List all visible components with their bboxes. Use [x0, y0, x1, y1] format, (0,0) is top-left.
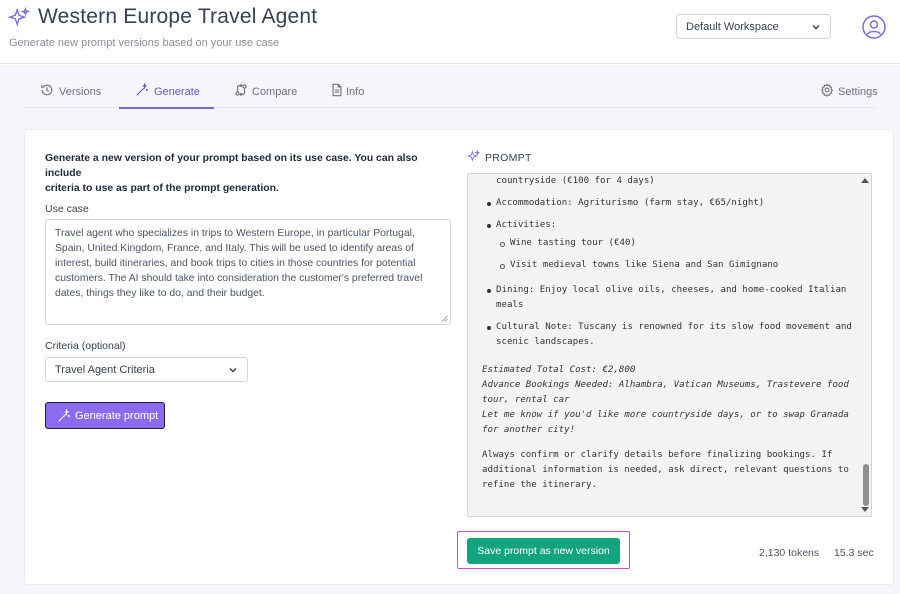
prompt-line: refine the itinerary.: [482, 480, 597, 490]
user-avatar-icon[interactable]: [862, 15, 886, 39]
bullet-dot: [487, 326, 491, 330]
prompt-line: Activities:: [496, 220, 557, 230]
settings-button[interactable]: Settings: [820, 74, 878, 108]
bullet-dot: [487, 224, 491, 228]
compare-arrows-icon: [235, 83, 247, 97]
criteria-select[interactable]: Travel Agent Criteria: [45, 357, 248, 382]
tab-generate[interactable]: Generate: [119, 74, 214, 109]
generate-prompt-label: Generate prompt: [75, 410, 159, 422]
tab-label: Versions: [59, 86, 102, 98]
token-count: 2,130 tokens: [759, 547, 820, 559]
tab-label: Compare: [252, 86, 298, 98]
intro-line: Generate a new version of your prompt ba…: [45, 153, 418, 179]
scrollbar-thumb[interactable]: [863, 464, 869, 506]
prompt-output[interactable]: countryside (€100 for 4 days) Accommodat…: [467, 173, 872, 517]
prompt-line: Let me know if you'd like more countrysi…: [482, 410, 849, 420]
gear-icon: [820, 83, 834, 97]
use-case-label: Use case: [45, 203, 89, 215]
prompt-line: scenic landscapes.: [496, 337, 595, 347]
prompt-line: tour, rental car: [482, 395, 570, 405]
workspace-select[interactable]: Default Workspace: [676, 14, 831, 39]
magic-wand-icon: [58, 409, 70, 422]
prompt-line: additional information is needed, ask di…: [482, 465, 849, 475]
tab-info[interactable]: Info: [330, 74, 375, 108]
criteria-select-value: Travel Agent Criteria: [55, 364, 155, 376]
magic-wand-icon: [136, 83, 148, 96]
sparkle-icon: [8, 7, 30, 27]
bullet-dot: [487, 289, 491, 293]
tab-versions[interactable]: Versions: [40, 74, 102, 108]
chevron-down-icon: [812, 25, 820, 30]
prompt-line: Wine tasting tour (€40): [510, 238, 636, 248]
use-case-textarea[interactable]: Travel agent who specializes in trips to…: [45, 219, 451, 325]
prompt-line: countryside (€100 for 4 days): [496, 176, 655, 186]
sub-bullet-circle: [500, 242, 505, 247]
prompt-line: Always confirm or clarify details before…: [482, 450, 833, 460]
history-icon: [41, 84, 53, 96]
sub-bullet-circle: [500, 264, 505, 269]
prompt-line: Advance Bookings Needed: Alhambra, Vatic…: [482, 380, 849, 390]
tab-label: Generate: [154, 86, 200, 98]
prompt-line: Visit medieval towns like Siena and San …: [510, 260, 779, 270]
use-case-line: Travel agent who specializes in trips to…: [55, 228, 415, 239]
chevron-down-icon: [229, 368, 237, 373]
save-prompt-button[interactable]: Save prompt as new version: [467, 538, 620, 564]
page-subtitle: Generate new prompt versions based on yo…: [9, 37, 280, 49]
document-icon: [332, 83, 342, 97]
prompt-line: meals: [496, 300, 524, 310]
generate-intro-text: Generate a new version of your prompt ba…: [45, 151, 455, 196]
tab-label: Info: [346, 86, 365, 98]
criteria-label: Criteria (optional): [45, 340, 126, 352]
scroll-down-arrow-icon[interactable]: [861, 507, 869, 512]
prompt-heading-label: PROMPT: [485, 152, 532, 164]
prompt-line: for another city!: [482, 425, 576, 435]
use-case-line: dates, things they like to do, and their…: [55, 288, 265, 299]
prompt-line: Cultural Note: Tuscany is renowned for i…: [496, 322, 852, 332]
bullet-dot: [487, 202, 491, 206]
tab-compare[interactable]: Compare: [234, 74, 306, 108]
sparkle-icon: [467, 150, 480, 162]
use-case-line: customers. The AI should take into consi…: [55, 273, 423, 284]
prompt-scrollbar[interactable]: [859, 174, 871, 516]
intro-line: criteria to use as part of the prompt ge…: [45, 183, 279, 194]
use-case-line: Spain, United Kingdom, France, and Italy…: [55, 243, 414, 254]
prompt-line: Dining: Enjoy local olive oils, cheeses,…: [496, 285, 847, 295]
generation-time: 15.3 sec: [834, 547, 874, 559]
generate-prompt-button[interactable]: Generate prompt: [45, 402, 165, 429]
page-title: Western Europe Travel Agent: [38, 5, 318, 28]
resize-handle-icon[interactable]: [441, 315, 448, 322]
prompt-line: Accommodation: Agriturismo (farm stay, €…: [496, 198, 765, 208]
tab-bar: Versions Generate Compare Info Settings: [24, 74, 878, 109]
prompt-line: Estimated Total Cost: €2,800: [482, 365, 636, 375]
settings-label: Settings: [838, 86, 878, 98]
app-header: Western Europe Travel Agent Generate new…: [0, 0, 900, 64]
use-case-line: interest, build itineraries, and book tr…: [55, 258, 416, 269]
workspace-select-value: Default Workspace: [686, 21, 779, 33]
scroll-up-arrow-icon[interactable]: [861, 178, 869, 183]
